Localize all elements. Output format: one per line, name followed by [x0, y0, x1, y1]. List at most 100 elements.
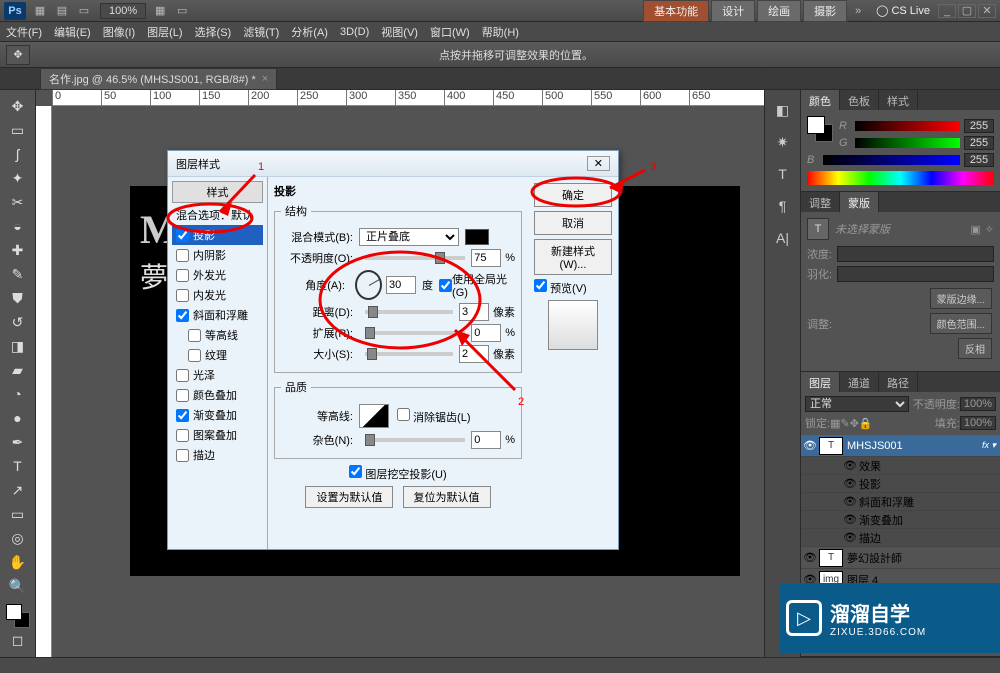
quickmask-icon[interactable]: ◻ — [7, 629, 29, 651]
type-panel-icon[interactable]: T — [771, 162, 795, 186]
menu-file[interactable]: 文件(F) — [6, 24, 42, 40]
style-item[interactable]: 内发光 — [172, 285, 263, 305]
size-slider[interactable] — [365, 352, 453, 356]
blend-mode-select[interactable]: 正常 — [805, 396, 909, 412]
styles-header[interactable]: 样式 — [172, 181, 263, 203]
size-field[interactable] — [459, 345, 489, 363]
hand-tool-icon[interactable]: ✋ — [7, 551, 29, 573]
tab-swatches[interactable]: 色板 — [840, 90, 879, 110]
wand-tool-icon[interactable]: ✦ — [7, 167, 29, 189]
tab-paths[interactable]: 路径 — [879, 372, 918, 392]
tab-color[interactable]: 颜色 — [801, 90, 840, 110]
marquee-tool-icon[interactable]: ▭ — [7, 119, 29, 141]
character-panel-icon[interactable]: A| — [771, 226, 795, 250]
shadow-color-swatch[interactable] — [465, 229, 489, 245]
fill-value[interactable]: 100% — [960, 416, 996, 430]
menu-window[interactable]: 窗口(W) — [430, 24, 470, 40]
style-item[interactable]: 纹理 — [172, 345, 263, 365]
visibility-icon[interactable]: 👁 — [801, 551, 819, 564]
style-item[interactable]: 渐变叠加 — [172, 405, 263, 425]
reset-default-button[interactable]: 复位为默认值 — [403, 486, 491, 508]
blending-options-item[interactable]: 混合选项：默认 — [172, 205, 263, 225]
close-icon[interactable]: ✕ — [978, 4, 996, 18]
pen-tool-icon[interactable]: ✒ — [7, 431, 29, 453]
lock-pixels-icon[interactable]: ✎ — [840, 417, 849, 430]
zoom-tool-icon[interactable]: 🔍 — [7, 575, 29, 597]
cslive-button[interactable]: CS Live — [876, 4, 930, 17]
style-checkbox[interactable] — [176, 429, 189, 442]
crop-tool-icon[interactable]: ✂ — [7, 191, 29, 213]
r-value[interactable]: 255 — [964, 119, 994, 133]
contour-picker[interactable] — [359, 404, 389, 428]
style-item[interactable]: 颜色叠加 — [172, 385, 263, 405]
type-tool-icon[interactable]: T — [7, 455, 29, 477]
style-item[interactable]: 描边 — [172, 445, 263, 465]
menu-image[interactable]: 图像(I) — [103, 24, 135, 40]
style-item[interactable]: 投影 — [172, 225, 263, 245]
noise-field[interactable] — [471, 431, 501, 449]
menu-help[interactable]: 帮助(H) — [482, 24, 519, 40]
spread-slider[interactable] — [365, 331, 465, 335]
style-checkbox[interactable] — [176, 369, 189, 382]
cancel-button[interactable]: 取消 — [534, 211, 612, 235]
dodge-tool-icon[interactable]: ● — [7, 407, 29, 429]
style-checkbox[interactable] — [188, 349, 201, 362]
visibility-icon[interactable]: 👁 — [801, 439, 819, 452]
style-checkbox[interactable] — [188, 329, 201, 342]
style-item[interactable]: 内阴影 — [172, 245, 263, 265]
layer-row[interactable]: 👁渐变叠加 — [801, 511, 1000, 529]
menu-analysis[interactable]: 分析(A) — [291, 24, 328, 40]
ok-button[interactable]: 确定 — [534, 183, 612, 207]
visibility-icon[interactable]: 👁 — [841, 513, 859, 526]
menu-select[interactable]: 选择(S) — [195, 24, 232, 40]
healing-tool-icon[interactable]: ✚ — [7, 239, 29, 261]
current-tool-icon[interactable]: ✥ — [6, 45, 30, 65]
style-checkbox[interactable] — [176, 409, 189, 422]
tab-mask[interactable]: 蒙版 — [840, 192, 879, 212]
color-range-button[interactable]: 颜色范围... — [930, 313, 992, 334]
workspace-photo-button[interactable]: 摄影 — [803, 0, 847, 22]
swatch-tool[interactable] — [6, 604, 30, 628]
tab-layers[interactable]: 图层 — [801, 372, 840, 392]
style-checkbox[interactable] — [176, 449, 189, 462]
blend-mode-field[interactable]: 正片叠底 — [359, 228, 459, 246]
spread-field[interactable] — [471, 324, 501, 342]
style-checkbox[interactable] — [176, 269, 189, 282]
distance-field[interactable] — [459, 303, 489, 321]
tab-channels[interactable]: 通道 — [840, 372, 879, 392]
document-tab[interactable]: 名作.jpg @ 46.5% (MHSJS001, RGB/8#) * × — [40, 68, 277, 90]
vector-mask-icon[interactable]: ✧ — [985, 223, 994, 236]
lock-all-icon[interactable]: 🔒 — [859, 417, 873, 430]
visibility-icon[interactable]: 👁 — [841, 459, 859, 472]
fx-badge[interactable]: fx ▾ — [982, 440, 996, 451]
layer-row[interactable]: 👁效果 — [801, 457, 1000, 475]
lock-pos-icon[interactable]: ✥ — [850, 417, 859, 430]
color-swatches[interactable] — [807, 116, 833, 142]
style-checkbox[interactable] — [176, 309, 189, 322]
paragraph-panel-icon[interactable]: ¶ — [771, 194, 795, 218]
history-panel-icon[interactable]: ◧ — [771, 98, 795, 122]
path-tool-icon[interactable]: ↗ — [7, 479, 29, 501]
eyedropper-tool-icon[interactable]: ◒ — [7, 215, 29, 237]
shape-tool-icon[interactable]: ▭ — [7, 503, 29, 525]
restore-icon[interactable]: ▢ — [958, 4, 976, 18]
b-slider[interactable] — [823, 155, 960, 165]
minimize-icon[interactable]: _ — [938, 4, 956, 18]
layer-row[interactable]: 👁投影 — [801, 475, 1000, 493]
lasso-tool-icon[interactable]: ʃ — [7, 143, 29, 165]
tab-adjust[interactable]: 调整 — [801, 192, 840, 212]
visibility-icon[interactable]: 👁 — [841, 531, 859, 544]
opacity-slider[interactable] — [365, 256, 465, 260]
view-extras-icon[interactable]: ▭ — [74, 2, 94, 20]
preview-checkbox[interactable] — [534, 279, 547, 292]
menu-layer[interactable]: 图层(L) — [147, 24, 182, 40]
opacity-value[interactable]: 100% — [960, 397, 996, 411]
blur-tool-icon[interactable]: ◔ — [7, 383, 29, 405]
screen-mode-icon[interactable]: ▭ — [172, 2, 192, 20]
menu-3d[interactable]: 3D(D) — [340, 26, 369, 38]
zoom-level[interactable]: 100% — [100, 3, 146, 19]
layer-row[interactable]: 👁TMHSJS001fx ▾ — [801, 435, 1000, 457]
actions-panel-icon[interactable]: ✷ — [771, 130, 795, 154]
style-checkbox[interactable] — [176, 289, 189, 302]
workspace-draw-button[interactable]: 绘画 — [757, 0, 801, 22]
